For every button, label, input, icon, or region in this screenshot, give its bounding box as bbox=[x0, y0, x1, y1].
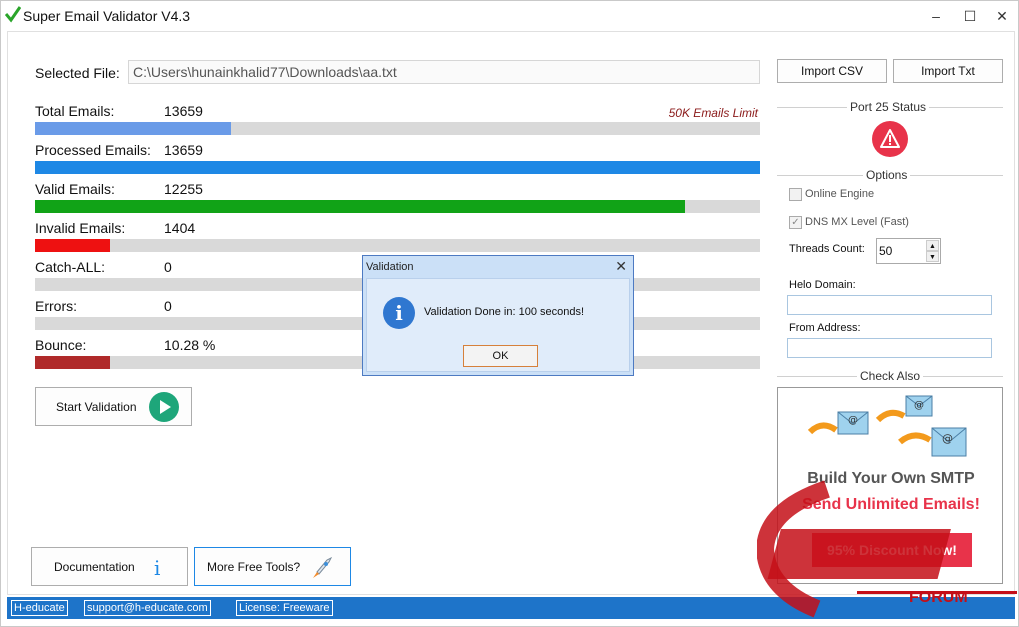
status-bar: H-educate support@h-educate.com License:… bbox=[7, 597, 1015, 619]
processed-emails-label: Processed Emails: bbox=[35, 142, 151, 158]
limit-note: 50K Emails Limit bbox=[668, 106, 758, 120]
valid-emails-label: Valid Emails: bbox=[35, 181, 115, 197]
import-txt-button[interactable]: Import Txt bbox=[893, 59, 1003, 83]
play-icon bbox=[149, 392, 179, 422]
ad-discount-button[interactable]: 95% Discount Now! bbox=[812, 533, 972, 567]
selected-file-field[interactable]: C:\Users\hunainkhalid77\Downloads\aa.txt bbox=[128, 60, 760, 84]
total-emails-label: Total Emails: bbox=[35, 103, 115, 119]
documentation-label: Documentation bbox=[54, 560, 135, 574]
errors-value: 0 bbox=[164, 298, 172, 314]
status-company[interactable]: H-educate bbox=[11, 600, 68, 616]
close-button[interactable]: ✕ bbox=[987, 4, 1017, 28]
dialog-close-icon[interactable]: ✕ bbox=[615, 258, 627, 275]
dialog-body: i Validation Done in: 100 seconds! OK bbox=[366, 278, 630, 372]
catch-all-value: 0 bbox=[164, 259, 172, 275]
threads-count-value: 50 bbox=[879, 244, 893, 258]
check-also-title: Check Also bbox=[857, 369, 924, 383]
validation-dialog: Validation ✕ i Validation Done in: 100 s… bbox=[362, 255, 634, 376]
email-envelopes-icon: @ @ @ bbox=[808, 395, 967, 457]
ad-subheadline: Send Unlimited Emails! bbox=[802, 496, 980, 513]
maximize-button[interactable]: ☐ bbox=[955, 4, 985, 28]
processed-emails-progress-fill bbox=[35, 161, 760, 174]
bounce-value: 10.28 % bbox=[164, 337, 216, 353]
online-engine-label: Online Engine bbox=[805, 188, 875, 200]
smtp-ad-banner[interactable]: @ @ @ Build Your Own SMTP Send Unlimited… bbox=[777, 387, 1003, 584]
dns-mx-checkbox[interactable]: ✓ bbox=[789, 216, 802, 229]
invalid-emails-progress-fill bbox=[35, 239, 110, 252]
helo-domain-input[interactable] bbox=[787, 295, 992, 315]
info-icon: i bbox=[383, 297, 415, 329]
from-address-label: From Address: bbox=[789, 322, 861, 334]
start-validation-label: Start Validation bbox=[56, 400, 137, 414]
invalid-emails-value: 1404 bbox=[164, 220, 196, 236]
warning-icon bbox=[880, 129, 900, 148]
options-title: Options bbox=[863, 168, 911, 182]
stepper-down-icon[interactable]: ▼ bbox=[926, 251, 939, 262]
port-status-indicator bbox=[872, 121, 908, 157]
stepper-up-icon[interactable]: ▲ bbox=[926, 240, 939, 251]
window-title: Super Email Validator V4.3 bbox=[23, 8, 191, 24]
invalid-emails-label: Invalid Emails: bbox=[35, 220, 126, 236]
app-window: Super Email Validator V4.3 – ☐ ✕ Selecte… bbox=[0, 0, 1019, 627]
documentation-button[interactable]: Documentation i bbox=[31, 547, 188, 586]
dialog-title: Validation bbox=[366, 261, 414, 273]
rocket-icon bbox=[313, 556, 333, 578]
svg-text:@: @ bbox=[942, 432, 953, 445]
from-address-input[interactable] bbox=[787, 338, 992, 358]
total-emails-value: 13659 bbox=[164, 103, 203, 119]
more-free-tools-label: More Free Tools? bbox=[207, 560, 301, 574]
threads-count-stepper[interactable]: 50 ▲ ▼ bbox=[876, 238, 941, 264]
processed-emails-value: 13659 bbox=[164, 142, 203, 158]
dialog-ok-button[interactable]: OK bbox=[463, 345, 538, 367]
valid-emails-progress-fill bbox=[35, 200, 686, 213]
bounce-progress-fill bbox=[35, 356, 110, 369]
online-engine-checkbox[interactable] bbox=[789, 188, 802, 201]
stepper-buttons: ▲ ▼ bbox=[926, 240, 939, 262]
selected-file-label: Selected File: bbox=[35, 65, 120, 81]
catch-all-label: Catch-ALL: bbox=[35, 259, 106, 275]
helo-domain-label: Helo Domain: bbox=[789, 279, 856, 291]
total-emails-progress bbox=[35, 122, 760, 135]
minimize-button[interactable]: – bbox=[921, 4, 951, 28]
total-emails-progress-fill bbox=[35, 122, 231, 135]
import-csv-button[interactable]: Import CSV bbox=[777, 59, 887, 83]
more-free-tools-button[interactable]: More Free Tools? bbox=[194, 547, 351, 586]
info-icon: i bbox=[154, 556, 161, 580]
threads-count-label: Threads Count: bbox=[789, 243, 865, 255]
status-license: License: Freeware bbox=[236, 600, 333, 616]
dialog-message: Validation Done in: 100 seconds! bbox=[424, 306, 585, 318]
port-status-label: Port 25 Status bbox=[847, 100, 930, 114]
svg-text:@: @ bbox=[914, 400, 924, 411]
status-support-email[interactable]: support@h-educate.com bbox=[84, 600, 211, 616]
bounce-label: Bounce: bbox=[35, 337, 87, 353]
valid-emails-progress bbox=[35, 200, 760, 213]
checkmark-icon bbox=[5, 6, 21, 23]
processed-emails-progress bbox=[35, 161, 760, 174]
title-bar: Super Email Validator V4.3 – ☐ ✕ bbox=[1, 1, 1018, 31]
valid-emails-value: 12255 bbox=[164, 181, 203, 197]
invalid-emails-progress bbox=[35, 239, 760, 252]
svg-text:@: @ bbox=[848, 415, 858, 426]
dns-mx-label: DNS MX Level (Fast) bbox=[805, 216, 909, 228]
errors-label: Errors: bbox=[35, 298, 77, 314]
ad-headline: Build Your Own SMTP bbox=[807, 470, 975, 487]
start-validation-button[interactable]: Start Validation bbox=[35, 387, 192, 426]
